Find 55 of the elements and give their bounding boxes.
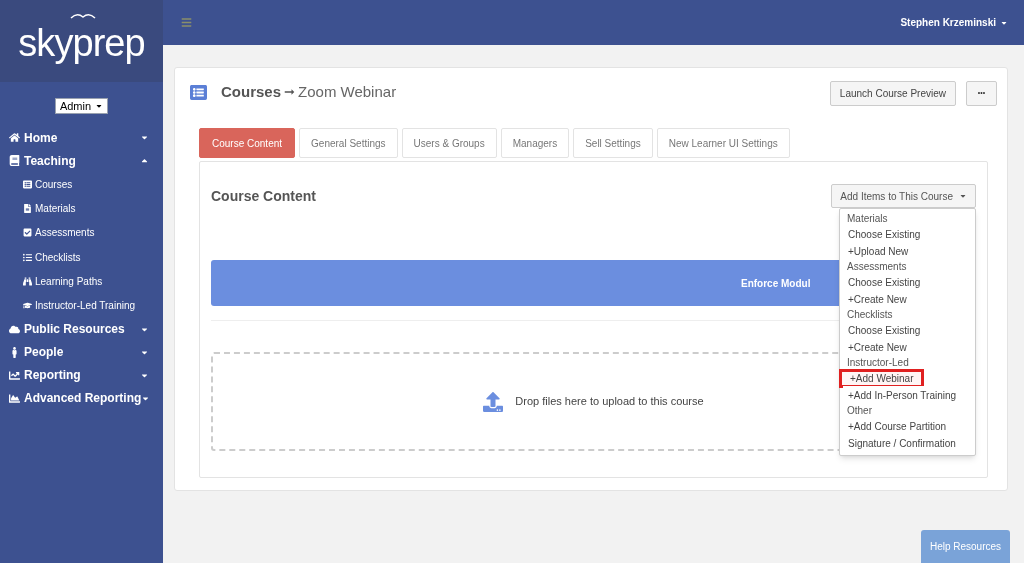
tab[interactable]: Course Content — [199, 128, 296, 158]
sidebar-item[interactable]: Advanced Reporting — [0, 386, 163, 410]
checkbox-icon — [23, 228, 32, 238]
bird-icon — [70, 12, 96, 20]
launch-preview-button[interactable]: Launch Course Preview — [829, 80, 956, 106]
drop-zone-text: Drop files here to upload to this course — [515, 394, 704, 410]
cloud-icon — [9, 323, 20, 335]
sidebar-item[interactable]: Home — [0, 126, 163, 149]
caret-icon — [95, 102, 104, 110]
sidebar-subitem[interactable]: Instructor-Led Training — [0, 293, 163, 318]
sidebar-item[interactable]: People — [0, 340, 163, 364]
binoculars-icon — [23, 276, 32, 286]
menu-icon[interactable] — [181, 17, 192, 28]
banner-text: Enforce Modul — [741, 276, 811, 291]
caret-icon — [140, 156, 149, 165]
document-icon — [23, 203, 32, 213]
tab[interactable]: General Settings — [299, 128, 398, 158]
sidebar-subitem[interactable]: Materials — [0, 196, 163, 221]
sidebar-item[interactable]: Teaching — [0, 149, 163, 172]
caret-icon — [959, 192, 967, 200]
list-icon — [23, 179, 32, 189]
tab[interactable]: Managers — [500, 128, 570, 158]
sidebar-subitem[interactable]: Courses — [0, 172, 163, 197]
arrow-glyph: ➞ — [284, 83, 296, 102]
line-chart-icon — [9, 369, 20, 381]
sidebar-subitem[interactable]: Assessments — [0, 220, 163, 245]
area-chart-icon — [9, 392, 20, 404]
caret-icon — [140, 133, 149, 142]
sidebar-subitem[interactable]: Learning Paths — [0, 269, 163, 294]
user-menu[interactable]: Stephen Krzeminski — [900, 15, 1008, 30]
page-title: Zoom Webinar — [298, 81, 397, 102]
tab[interactable]: New Learner UI Settings — [656, 128, 790, 158]
list-icon — [189, 83, 208, 101]
logo: skyprep — [18, 24, 145, 62]
menu-header: Instructor-Led — [846, 356, 910, 370]
menu-header: Assessments — [846, 260, 908, 274]
person-icon — [9, 346, 20, 358]
menu-header: Other — [846, 404, 873, 418]
tab[interactable]: Sell Settings — [573, 128, 653, 158]
add-items-button[interactable]: Add Items to This Course — [831, 184, 976, 208]
sidebar-item[interactable]: Reporting — [0, 363, 163, 387]
menu-header: Checklists — [846, 308, 894, 322]
menu-item[interactable]: +Add Webinar — [839, 369, 925, 388]
breadcrumb-link[interactable]: Courses — [221, 80, 282, 104]
list-icon — [23, 252, 32, 262]
sidebar-subitem[interactable]: Checklists — [0, 244, 163, 270]
tab[interactable]: Users & Groups — [401, 128, 497, 158]
graduation-cap-icon — [23, 301, 32, 311]
menu-header: Materials — [846, 212, 889, 226]
upload-icon — [483, 391, 504, 412]
sidebar-item[interactable]: Public Resources — [0, 317, 163, 341]
book-icon — [9, 155, 20, 166]
section-heading: Course Content — [211, 186, 316, 206]
home-icon — [9, 132, 20, 143]
role-select[interactable]: Admin — [54, 98, 109, 114]
